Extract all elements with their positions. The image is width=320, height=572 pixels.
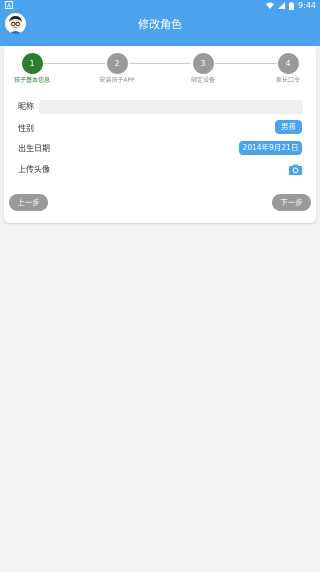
step-1: 1 孩子基本信息 (2, 53, 62, 85)
status-bar: A 9:44 (0, 0, 320, 11)
next-step-button[interactable]: 下一步 (272, 194, 311, 211)
birthday-select-button[interactable]: 2014年9月21日 (239, 141, 302, 155)
signal-icon (278, 2, 286, 9)
form-card: 1 孩子基本信息 2 安装孩子APP 3 绑定设备 4 家长口令 昵称 性别 男… (4, 46, 316, 223)
step-number: 4 (277, 53, 299, 74)
step-3: 3 绑定设备 (173, 53, 233, 85)
camera-icon[interactable] (289, 164, 302, 175)
wifi-icon (266, 2, 275, 9)
page-title: 修改角色 (138, 18, 182, 31)
nickname-input[interactable] (39, 100, 303, 114)
app-header: A 9:44 修改角色 (0, 0, 320, 46)
step-4: 4 家长口令 (258, 53, 318, 85)
notification-icon: A (5, 1, 13, 9)
step-number: 3 (192, 53, 214, 74)
step-number: 2 (106, 53, 128, 74)
battery-icon (289, 1, 295, 10)
step-number: 1 (21, 53, 43, 74)
status-time: 9:44 (298, 1, 316, 10)
step-label: 孩子基本信息 (13, 77, 50, 84)
nickname-label: 昵称 (18, 102, 34, 111)
step-label: 绑定设备 (190, 77, 215, 84)
birthday-label: 出生日期 (18, 144, 50, 153)
step-label: 家长口令 (275, 77, 300, 84)
prev-step-button[interactable]: 上一步 (9, 194, 48, 211)
gender-select-button[interactable]: 男孩 (275, 120, 302, 134)
step-label: 安装孩子APP (99, 77, 135, 84)
step-2: 2 安装孩子APP (87, 53, 147, 85)
upload-avatar-label: 上传头像 (18, 165, 50, 174)
gender-label: 性别 (18, 124, 34, 133)
